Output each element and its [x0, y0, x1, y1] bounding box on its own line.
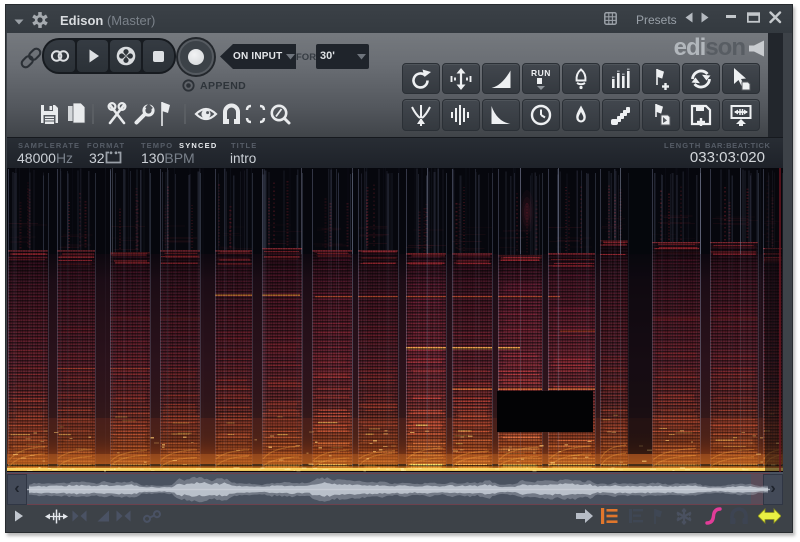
svg-text:RUN: RUN	[531, 68, 551, 78]
